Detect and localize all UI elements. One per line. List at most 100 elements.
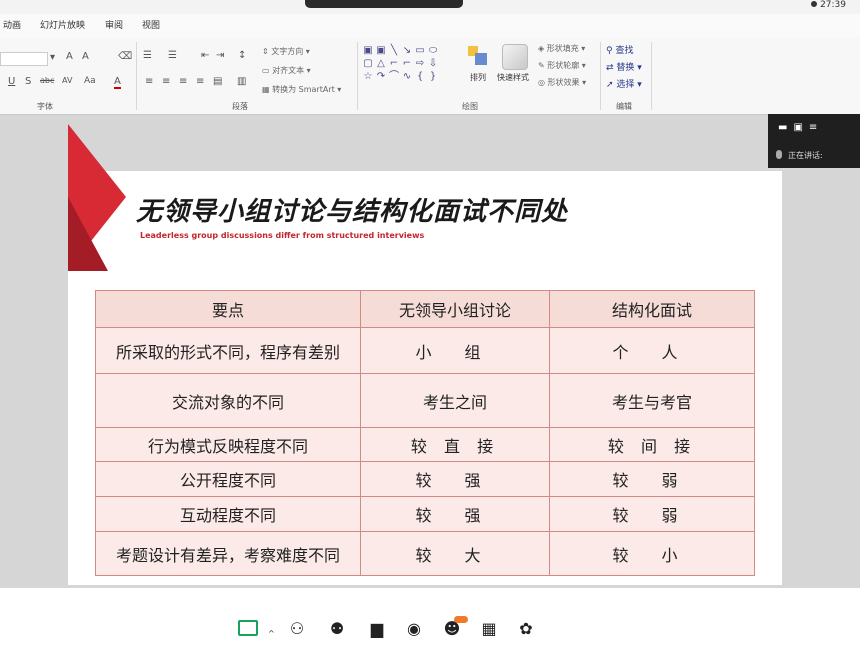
rounded-rect-shape-icon[interactable]: ▢ [362, 57, 375, 70]
apps-button[interactable]: ▦ [469, 620, 509, 638]
record-button[interactable]: ◉ [394, 620, 434, 638]
table-cell: 行为模式反映程度不同 [95, 427, 361, 462]
slide-title: 无领导小组讨论与结构化面试不同处 [136, 197, 569, 227]
underline-icon[interactable]: U [8, 76, 15, 87]
menu-icon[interactable]: ≡ [809, 122, 823, 133]
textbox-shape-icon[interactable]: ▣ [362, 44, 375, 57]
clock-time: 27:39 [820, 0, 846, 10]
tab-slideshow[interactable]: 幻灯片放映 [40, 14, 85, 38]
chat-button[interactable]: ▆ [357, 620, 397, 638]
arc-shape-icon[interactable]: ⌒ [388, 70, 401, 83]
shape-fill-button[interactable]: ◈ 形状填充 ▾ [538, 43, 585, 54]
shape-outline-button[interactable]: ✎ 形状轮廓 ▾ [538, 60, 586, 71]
text-direction-button[interactable]: ⇕ 文字方向 ▾ [262, 46, 310, 57]
slide-decoration-shadow [68, 197, 108, 271]
oval-shape-icon[interactable]: ⬭ [427, 44, 440, 57]
decrease-indent-icon[interactable]: ⇤ [201, 50, 209, 61]
char-spacing-icon[interactable]: AV [62, 76, 72, 85]
quick-styles-icon[interactable] [502, 44, 528, 70]
replace-button[interactable]: ⇄ 替换 ▾ [606, 60, 642, 73]
clock: 27:39 [811, 0, 846, 10]
table-cell: 较 间 接 [549, 427, 755, 462]
font-shrink-icon[interactable]: A [82, 51, 89, 62]
invite-button[interactable]: ⚇ [277, 620, 317, 638]
freeform-shape-icon[interactable]: ∿ [401, 70, 414, 83]
increase-indent-icon[interactable]: ⇥ [216, 50, 224, 61]
columns-icon[interactable]: ▥ [237, 76, 246, 87]
smartart-button[interactable]: ▦ 转换为 SmartArt ▾ [262, 84, 341, 95]
tab-review[interactable]: 审阅 [105, 14, 123, 38]
align-center-icon[interactable]: ≡ [162, 76, 170, 87]
table-header-row: 要点 无领导小组讨论 结构化面试 [95, 290, 755, 328]
chevron-down-icon[interactable]: ▾ [50, 52, 55, 63]
slide-subtitle: Leaderless group discussions differ from… [140, 231, 425, 240]
strikethrough-icon[interactable]: abc [40, 76, 54, 85]
star-shape-icon[interactable]: ☆ [362, 70, 375, 83]
table-cell: 较 强 [360, 496, 550, 532]
table-header-cell: 结构化面试 [549, 290, 755, 328]
font-size-select[interactable] [0, 52, 48, 66]
line-shape-icon[interactable]: ╲ [388, 44, 401, 57]
arrow-line-shape-icon[interactable]: ↘ [401, 44, 414, 57]
table-row: 互动程度不同 较 强 较 弱 [95, 496, 755, 532]
down-arrow-shape-icon[interactable]: ⇩ [427, 57, 440, 70]
distributed-icon[interactable]: ▤ [213, 76, 222, 87]
table-header-cell: 无领导小组讨论 [360, 290, 550, 328]
shape-gallery[interactable]: ▣ ▣ ╲ ↘ ▭ ⬭ ▢ △ ⌐ ⌐ ⇨ ⇩ ☆ ↷ ⌒ ∿{} [362, 44, 454, 86]
triangle-shape-icon[interactable]: △ [375, 57, 388, 70]
screen-share-banner[interactable] [305, 0, 463, 8]
brace-left-shape-icon[interactable]: { [414, 70, 427, 83]
tab-view[interactable]: 视图 [142, 14, 160, 38]
select-label: 选择 [616, 80, 635, 90]
table-cell: 考生之间 [360, 373, 550, 428]
group-divider [651, 42, 652, 110]
table-cell: 考生与考官 [549, 373, 755, 428]
arrange-label[interactable]: 排列 [470, 72, 486, 83]
align-left-icon[interactable]: ≡ [145, 76, 153, 87]
smartart-label: 转换为 SmartArt [272, 85, 335, 94]
comparison-table: 要点 无领导小组讨论 结构化面试 所采取的形式不同，程序有差别 小 组 个 人 … [95, 290, 755, 576]
select-button[interactable]: ➚ 选择 ▾ [606, 77, 642, 90]
share-screen-button[interactable] [228, 620, 268, 640]
justify-icon[interactable]: ≡ [196, 76, 204, 87]
bullets-icon[interactable]: ☰ [143, 50, 152, 61]
clear-format-icon[interactable]: ⌫ [118, 51, 132, 62]
members-button[interactable]: ⚉ [317, 620, 357, 638]
shadow-icon[interactable]: S [25, 76, 31, 87]
settings-button[interactable]: ✿ [506, 620, 546, 638]
line-spacing-icon[interactable]: ↕ [238, 50, 246, 61]
cursor-icon: ➚ [606, 80, 614, 90]
meeting-floating-panel: ▬▣≡ 正在讲话: [768, 114, 860, 168]
arrange-icon[interactable] [466, 44, 490, 68]
chevron-up-icon[interactable]: ^ [268, 629, 275, 638]
vertical-textbox-shape-icon[interactable]: ▣ [375, 44, 388, 57]
reaction-button[interactable]: ☻ [432, 620, 472, 638]
find-button[interactable]: ⚲ 查找 [606, 43, 633, 56]
table-cell: 较 小 [549, 531, 755, 576]
align-right-icon[interactable]: ≡ [179, 76, 187, 87]
align-text-button[interactable]: ▭ 对齐文本 ▾ [262, 65, 311, 76]
table-cell: 较 弱 [549, 461, 755, 497]
share-screen-icon [228, 620, 268, 640]
change-case-icon[interactable]: Aa [84, 76, 96, 86]
table-cell: 较 强 [360, 461, 550, 497]
numbering-icon[interactable]: ☰ [168, 50, 177, 61]
curve-shape-icon[interactable]: ↷ [375, 70, 388, 83]
brace-right-shape-icon[interactable]: } [427, 70, 440, 83]
find-label: 查找 [615, 46, 634, 56]
shape-effects-button[interactable]: ◎ 形状效果 ▾ [538, 77, 586, 88]
right-arrow-shape-icon[interactable]: ⇨ [414, 57, 427, 70]
font-color-icon[interactable]: A [114, 76, 121, 89]
table-cell: 互动程度不同 [95, 496, 361, 532]
window-icon[interactable]: ▣ [793, 122, 808, 133]
minimize-icon[interactable]: ▬ [778, 122, 793, 133]
quick-styles-label[interactable]: 快速样式 [497, 72, 529, 83]
table-row: 公开程度不同 较 强 较 弱 [95, 461, 755, 497]
tab-animation[interactable]: 动画 [3, 14, 21, 38]
elbow-arrow-shape-icon[interactable]: ⌐ [401, 57, 414, 70]
elbow-connector-shape-icon[interactable]: ⌐ [388, 57, 401, 70]
rectangle-shape-icon[interactable]: ▭ [414, 44, 427, 57]
table-header-cell: 要点 [95, 290, 361, 328]
replace-label: 替换 [616, 63, 635, 73]
font-grow-icon[interactable]: A [66, 51, 73, 62]
